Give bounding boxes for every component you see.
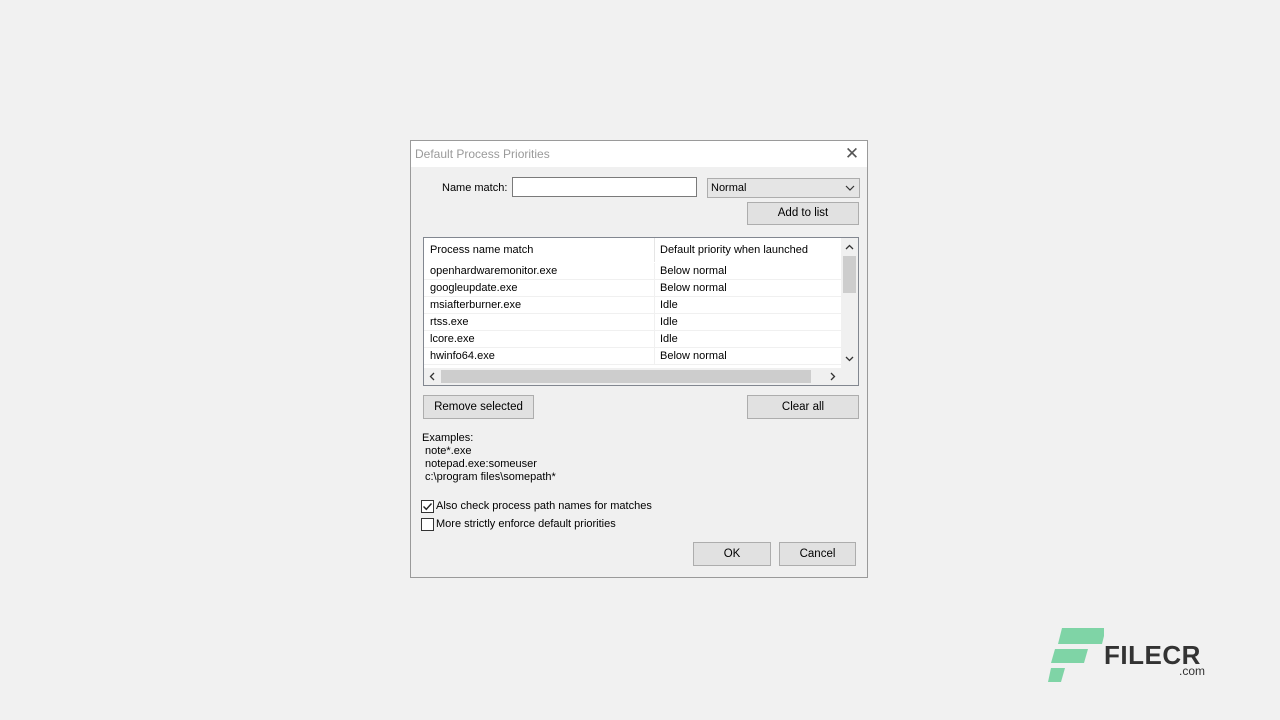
row-divider — [654, 297, 655, 314]
horizontal-scroll-thumb[interactable] — [441, 370, 811, 383]
strict-enforce-label[interactable]: More strictly enforce default priorities — [436, 518, 616, 530]
process-priority: Below normal — [660, 350, 727, 362]
add-to-list-button[interactable]: Add to list — [747, 202, 859, 225]
examples-title: Examples: — [422, 432, 474, 444]
list-item[interactable]: lcore.exe Idle — [424, 331, 842, 348]
clear-all-button[interactable]: Clear all — [747, 395, 859, 419]
strict-enforce-checkbox[interactable] — [421, 518, 434, 531]
process-name: rtss.exe — [430, 316, 469, 328]
row-divider — [654, 348, 655, 365]
example-item: notepad.exe:someuser — [425, 458, 537, 470]
process-priority: Below normal — [660, 282, 727, 294]
list-item[interactable]: googleupdate.exe Below normal — [424, 280, 842, 297]
filecr-watermark-logo: FILECR .com — [1048, 628, 1218, 683]
example-item: c:\program files\somepath* — [425, 471, 556, 483]
process-priority: Idle — [660, 316, 678, 328]
close-icon[interactable]: ✕ — [841, 143, 863, 165]
title-bar: Default Process Priorities ✕ — [411, 141, 867, 167]
column-divider[interactable] — [654, 238, 655, 262]
priority-select[interactable]: Normal — [707, 178, 860, 198]
checkmark-icon — [423, 503, 433, 511]
process-priority: Idle — [660, 299, 678, 311]
filecr-logo-icon — [1048, 628, 1106, 682]
scrollbar-corner — [841, 368, 858, 385]
chevron-down-icon — [845, 185, 855, 191]
list-header: Process name match Default priority when… — [424, 238, 842, 262]
process-priority-list[interactable]: Process name match Default priority when… — [423, 237, 859, 386]
cancel-button[interactable]: Cancel — [779, 542, 856, 566]
list-item[interactable]: hwinfo64.exe Below normal — [424, 348, 842, 365]
examples-section: Examples: note*.exe notepad.exe:someuser… — [422, 432, 556, 484]
chevron-down-icon[interactable] — [844, 353, 855, 364]
process-name: googleupdate.exe — [430, 282, 518, 294]
priority-select-value: Normal — [711, 182, 747, 194]
row-divider — [654, 331, 655, 348]
list-item[interactable]: msiafterburner.exe Idle — [424, 297, 842, 314]
row-divider — [654, 263, 655, 280]
process-name: msiafterburner.exe — [430, 299, 522, 311]
chevron-up-icon[interactable] — [844, 242, 855, 253]
row-divider — [654, 280, 655, 297]
check-paths-label[interactable]: Also check process path names for matche… — [436, 500, 652, 512]
process-priority: Below normal — [660, 265, 727, 277]
list-item[interactable]: rtss.exe Idle — [424, 314, 842, 331]
process-name: hwinfo64.exe — [430, 350, 495, 362]
process-name: lcore.exe — [430, 333, 475, 345]
vertical-scroll-thumb[interactable] — [843, 256, 856, 293]
name-match-input[interactable] — [512, 177, 697, 197]
example-item: note*.exe — [425, 445, 472, 457]
process-priority: Idle — [660, 333, 678, 345]
horizontal-scrollbar[interactable] — [424, 368, 858, 385]
column-header-name[interactable]: Process name match — [430, 244, 533, 256]
list-item[interactable]: openhardwaremonitor.exe Below normal — [424, 263, 842, 280]
chevron-left-icon[interactable] — [427, 371, 438, 382]
ok-button[interactable]: OK — [693, 542, 771, 566]
watermark-domain: .com — [1179, 664, 1206, 678]
process-name: openhardwaremonitor.exe — [430, 265, 558, 277]
row-divider — [654, 314, 655, 331]
vertical-scrollbar[interactable] — [841, 238, 858, 368]
default-process-priorities-dialog: Default Process Priorities ✕ Name match:… — [410, 140, 868, 578]
chevron-right-icon[interactable] — [827, 371, 838, 382]
remove-selected-button[interactable]: Remove selected — [423, 395, 534, 419]
column-header-priority[interactable]: Default priority when launched — [660, 244, 808, 256]
name-match-label: Name match: — [442, 182, 508, 194]
check-paths-checkbox[interactable] — [421, 500, 434, 513]
dialog-title: Default Process Priorities — [415, 147, 550, 161]
